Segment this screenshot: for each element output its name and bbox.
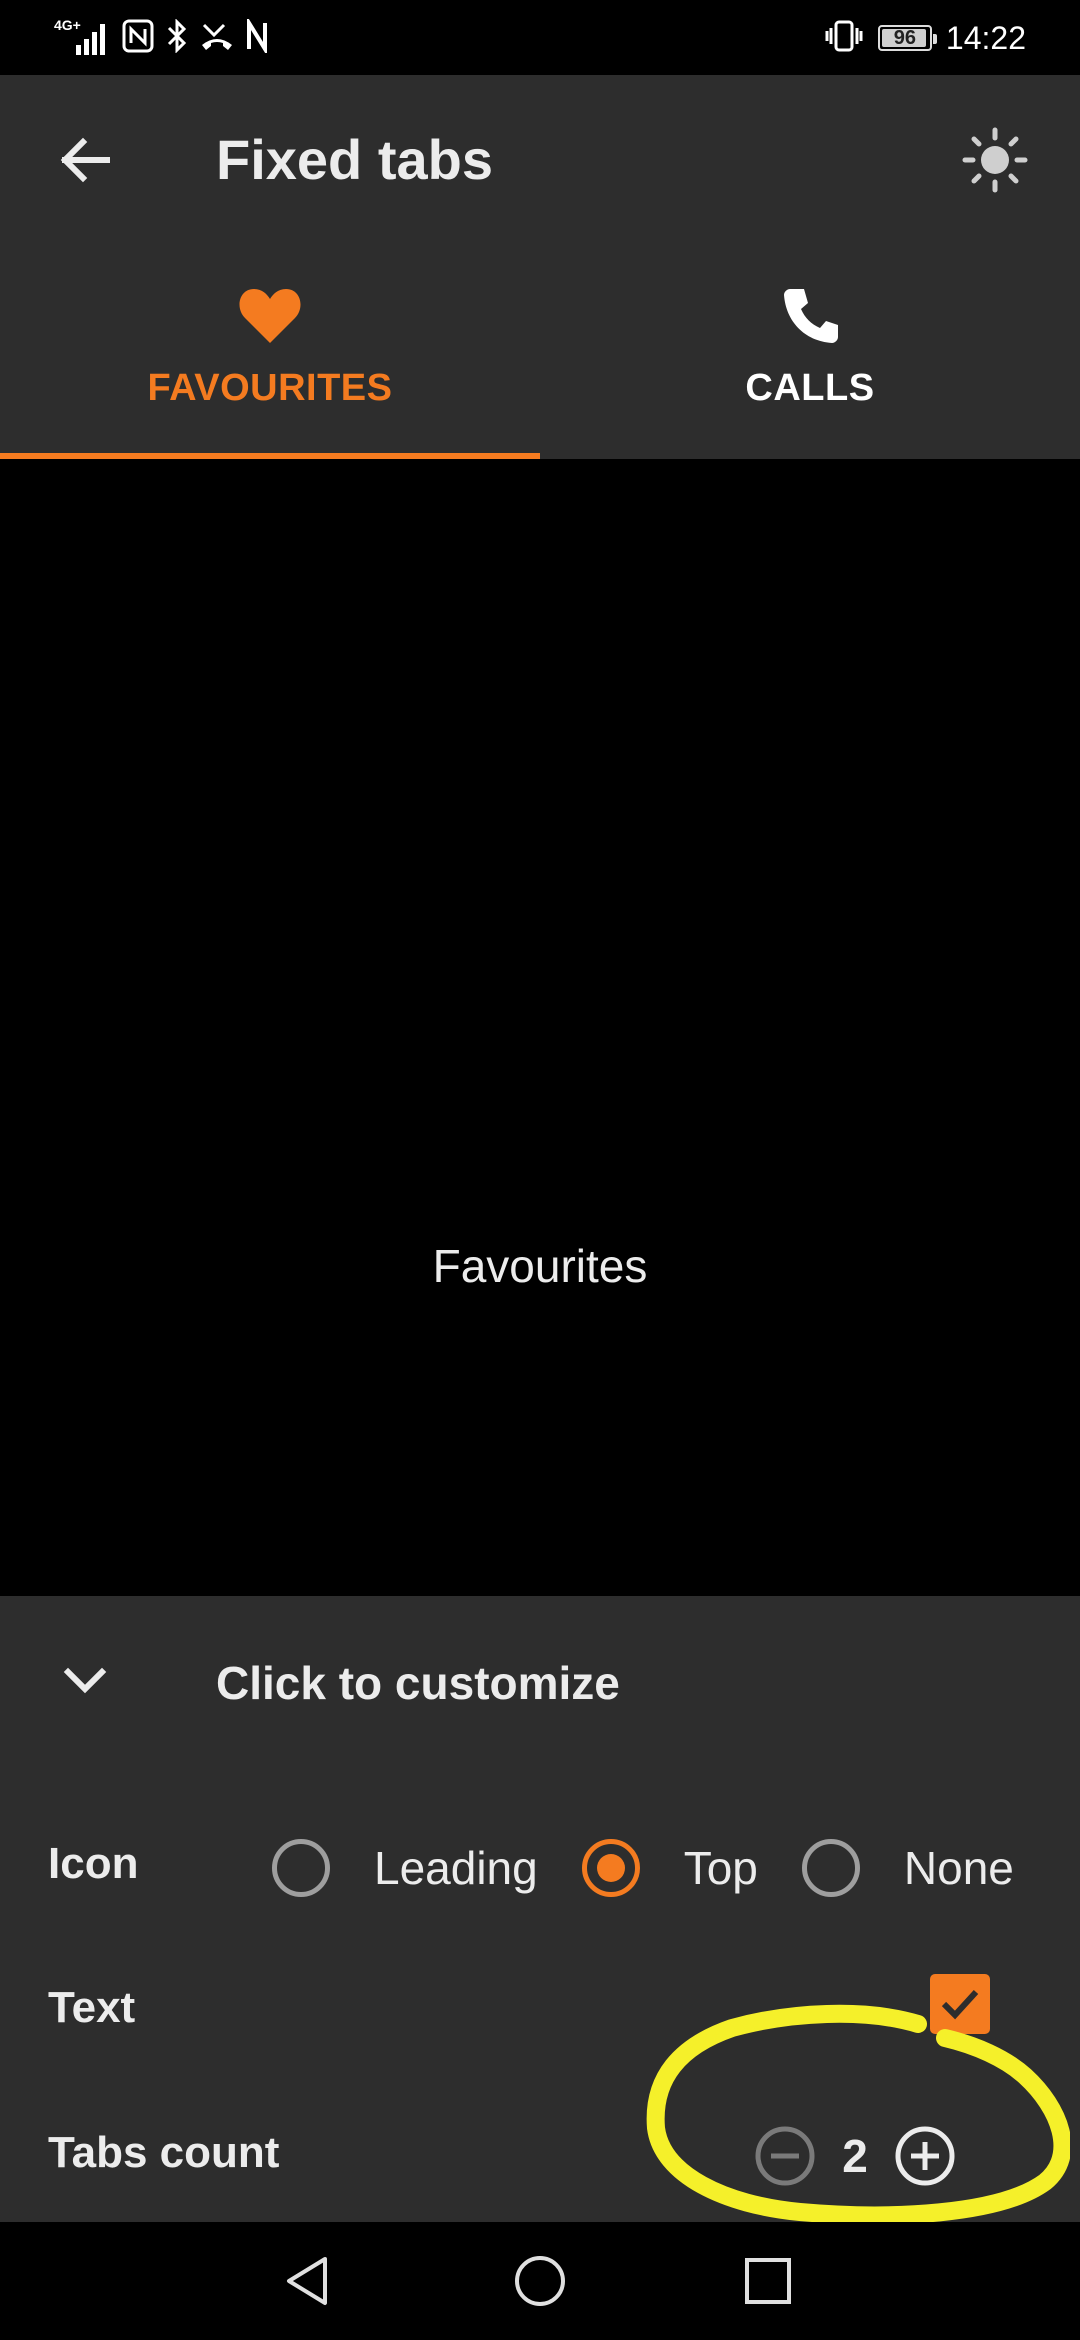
triangle-back-icon [287,2257,327,2305]
sun-icon [962,127,1028,193]
tabs-count-value: 2 [842,2130,868,2182]
status-left: 4G+ [54,15,268,60]
screen: 4G+ 96 14:22 Fixed tabs FAVOURITES CALLS… [0,0,1080,2340]
n-notification-icon [246,15,268,58]
battery-icon: 96 [877,25,937,51]
nav-home-button[interactable] [495,2241,585,2321]
customize-panel: Click to customize Icon Leading Top None… [0,1596,1080,2222]
icon-position-radio-group: Leading Top None [272,1828,1014,1908]
plus-circle-icon [895,2126,955,2186]
tabs-count-label: Tabs count [48,2128,280,2177]
radio-button [801,1839,860,1897]
phone-icon [780,283,840,347]
network-type-label: 4G+ [54,17,81,33]
radio-button [272,1839,330,1897]
page-title: Fixed tabs [216,128,493,191]
increment-button[interactable] [890,2121,960,2191]
app-bar: Fixed tabs [0,75,1080,247]
customize-title: Click to customize [216,1657,620,1709]
battery-level: 96 [893,26,917,49]
navigation-bar [0,2222,1080,2340]
status-right: 96 14:22 [824,16,1026,60]
nav-back-button[interactable] [263,2241,353,2321]
heart-icon [237,283,303,347]
customize-header[interactable]: Click to customize [0,1596,1080,1766]
radio-top[interactable]: Top [581,1839,758,1897]
status-bar: 4G+ 96 14:22 [0,0,1080,75]
bluetooth-icon [166,17,188,58]
tab-favourites[interactable]: FAVOURITES [0,247,540,459]
tab-label-calls: CALLS [745,367,875,409]
radio-label-leading: Leading [374,1842,538,1894]
radio-button-selected [581,1839,640,1897]
tab-content: Favourites [0,459,1080,1596]
radio-label-top: Top [683,1842,758,1894]
minus-circle-icon [755,2126,815,2186]
decrement-button[interactable] [750,2121,820,2191]
signal-icon: 4G+ [54,17,110,55]
square-recents-icon [745,2258,791,2304]
radio-leading[interactable]: Leading [272,1839,538,1897]
check-icon [941,1989,979,2020]
tab-calls[interactable]: CALLS [540,247,1080,459]
tab-bar: FAVOURITES CALLS [0,247,1080,459]
chevron-down-icon [40,1636,130,1726]
back-button[interactable] [40,115,130,205]
text-row-label: Text [48,1983,136,2032]
arrow-back-icon [60,137,110,183]
icon-row-label: Icon [48,1839,139,1888]
status-time: 14:22 [945,19,1026,56]
theme-toggle-button[interactable] [950,115,1040,205]
vibrate-icon [824,19,864,58]
tab-label-favourites: FAVOURITES [147,367,393,409]
nav-recents-button[interactable] [723,2241,813,2321]
nfc-icon [122,19,154,58]
text-checkbox[interactable] [930,1974,990,2034]
content-text: Favourites [432,1240,648,1292]
radio-none[interactable]: None [801,1839,1014,1897]
radio-label-none: None [903,1842,1014,1894]
missed-call-icon [200,19,234,58]
circle-home-icon [515,2256,565,2306]
tabs-count-stepper: 2 [750,2116,960,2196]
